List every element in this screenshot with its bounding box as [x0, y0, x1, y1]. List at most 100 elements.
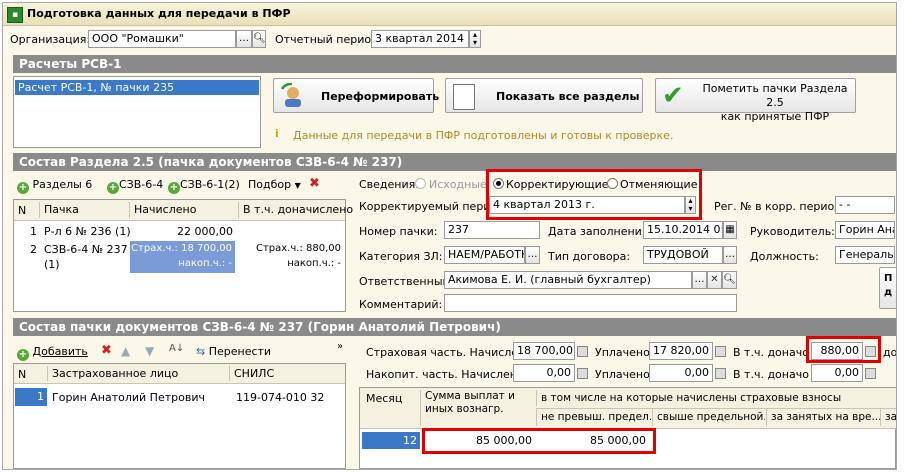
row-mes: 12 — [362, 432, 420, 449]
razdely-button[interactable]: + Разделы 6 — [17, 178, 92, 194]
table-row[interactable]: 1 Горин Анатолий Петрович 119-074-010 32 — [14, 388, 345, 406]
add-button[interactable]: + Добавить — [17, 345, 88, 361]
data-field[interactable]: 15.10.2014 0:00 — [643, 221, 723, 239]
calculator-icon[interactable] — [865, 368, 876, 379]
calculator-icon[interactable] — [577, 368, 588, 379]
otv-select-button[interactable]: … — [692, 271, 707, 289]
podbor-dropdown[interactable]: Подбор ▼ — [248, 178, 301, 191]
table-row[interactable]: 1 Р-л 6 № 236 (1) 22 000,00 — [14, 222, 345, 240]
upl-label: Уплачено: — [595, 346, 654, 359]
delete-icon[interactable]: ✖ — [101, 343, 112, 358]
col-pachka: Пачка — [39, 202, 79, 218]
ruk-field[interactable]: Горин Анатолий — [835, 221, 895, 239]
selected-cell[interactable]: Страх.ч.: 18 700,00 накоп.ч.: - — [130, 241, 235, 273]
col-n: N — [18, 204, 27, 217]
calculator-icon[interactable] — [715, 368, 726, 379]
nakop-label: Накопит. часть. Начислено: — [366, 368, 528, 381]
delete-icon[interactable]: ✖ — [309, 176, 320, 191]
mark-label-2: как принятые ПФР — [720, 110, 830, 123]
tip-field[interactable]: ТРУДОВОЙ — [643, 246, 723, 264]
strah-label: Страховая часть. Начислено: — [366, 346, 536, 359]
otv-field[interactable]: Акимова Е. И. (главный бухгалтер) — [444, 271, 692, 289]
otv-search-icon[interactable]: 🔍︎ — [722, 271, 737, 289]
mark-accepted-button[interactable]: ✔ Пометить пачки Раздела 2.5 как приняты… — [655, 78, 856, 123]
main-window: ▪ Подготовка данных для передачи в ПФР О… — [2, 2, 897, 470]
ruk-label: Руководитель: — [750, 225, 835, 238]
move-down-icon[interactable]: ▼ — [145, 344, 154, 358]
move-up-icon[interactable]: ▲ — [121, 344, 130, 358]
more-icon[interactable]: » — [337, 341, 343, 352]
komm-field[interactable] — [444, 294, 737, 312]
period-field[interactable]: 3 квартал 2014 г. — [371, 30, 469, 48]
komm-label: Комментарий: — [359, 298, 443, 311]
otv-label: Ответственный: — [359, 275, 454, 288]
reform-icon — [280, 82, 306, 109]
dolzh-label: Должность: — [750, 250, 819, 263]
dolzh-field[interactable]: Генеральный — [835, 246, 895, 264]
calculator-icon[interactable] — [715, 346, 726, 357]
donach2-field[interactable]: 0,00 — [811, 364, 863, 382]
radio-ishod[interactable] — [415, 178, 426, 189]
col-zanyat: за занятых на вре... — [766, 409, 881, 426]
add-icon: + — [17, 182, 29, 194]
strah-field[interactable]: 18 700,00 — [513, 342, 575, 360]
move-button[interactable]: ⇆ Перенести — [196, 345, 271, 358]
nomer-label: Номер пачки: — [359, 225, 438, 238]
col-donach: В т.ч. доначислено — [238, 202, 353, 218]
document-icon — [453, 84, 475, 110]
rsv-list-item[interactable]: Расчет РСВ-1, № пачки 235 — [15, 80, 259, 95]
row-snils: 119-074-010 32 — [236, 391, 325, 404]
col-za: за — [880, 409, 896, 426]
col-snils: СНИЛС — [229, 366, 274, 381]
col-person: Застрахованное лицо — [47, 366, 178, 381]
reg-label: Рег. № в корр. период: — [714, 200, 846, 213]
org-search-icon[interactable]: 🔍︎ — [252, 30, 266, 48]
side-button-label-2: д — [884, 287, 893, 298]
data-label: Дата заполнения: — [548, 225, 653, 238]
side-button[interactable]: П д — [879, 267, 896, 309]
donach2-label: В т.ч. доначо — [733, 368, 809, 381]
add-icon: + — [107, 182, 119, 194]
kat-field[interactable]: НАЕМ/РАБОТН — [444, 246, 525, 264]
sec25-grid: N Пачка Начислено В т.ч. доначислено 1 Р… — [13, 199, 353, 312]
col-n: N — [18, 368, 27, 381]
szv61-button[interactable]: + СЗВ-6-1(2) — [168, 178, 240, 194]
app-icon: ▪ — [7, 7, 23, 23]
mark-label-1: Пометить пачки Раздела 2.5 — [702, 82, 848, 109]
sort-icon[interactable]: A↓ — [169, 343, 184, 354]
sec25-section-header: Состав Раздела 2.5 (пачка документов СЗВ… — [13, 153, 896, 171]
table-row[interactable]: 2 СЗВ-6-4 № 237 (1) Страх.ч.: 18 700,00 … — [14, 240, 345, 276]
kat-select-button[interactable]: … — [525, 246, 540, 264]
reg-field[interactable]: - - — [835, 196, 895, 214]
razdely-label: Разделы 6 — [32, 178, 93, 191]
sostav-grid: N Застрахованное лицо СНИЛС 1 Горин Анат… — [13, 363, 346, 469]
add-label: Добавить — [32, 345, 88, 358]
reform-button-label: Переформировать — [321, 90, 440, 103]
nakop-field[interactable]: 0,00 — [513, 364, 575, 382]
kat-label: Категория ЗЛ: — [359, 250, 443, 263]
upl-field[interactable]: 17 820,00 — [649, 342, 713, 360]
tip-select-button[interactable]: … — [723, 246, 737, 264]
calculator-icon[interactable] — [577, 346, 588, 357]
col-mes: Месяц — [366, 392, 403, 405]
add-icon: + — [17, 349, 29, 361]
reform-button[interactable]: Переформировать — [273, 78, 439, 113]
clear-icon[interactable]: ✕ — [707, 271, 722, 289]
row-pachka: СЗВ-6-4 № 237 — [44, 243, 128, 256]
upl2-field[interactable]: 0,00 — [649, 364, 713, 382]
org-field[interactable]: ООО "Ромашки" — [88, 30, 236, 48]
row-pachka: Р-л 6 № 236 (1) — [44, 225, 131, 238]
szv64-button[interactable]: + СЗВ-6-4 — [107, 178, 163, 194]
donach-suffix: доу — [883, 346, 897, 359]
calendar-icon[interactable]: ▦ — [723, 221, 737, 239]
nomer-field[interactable]: 237 — [444, 221, 540, 239]
show-all-sections-button[interactable]: Показать все разделы — [445, 78, 643, 113]
move-label: Перенести — [208, 345, 272, 358]
row-donach-2: накоп.ч.: - — [287, 258, 341, 269]
checkmark-icon: ✔ — [662, 81, 684, 111]
period-spin-icon[interactable]: ▴ ▾ — [469, 30, 481, 48]
org-label: Организация: — [10, 33, 91, 46]
org-select-button[interactable]: … — [236, 30, 252, 48]
col-nachisleno: Начислено — [129, 202, 196, 218]
row-donach: Страх.ч.: 880,00 — [255, 243, 341, 254]
